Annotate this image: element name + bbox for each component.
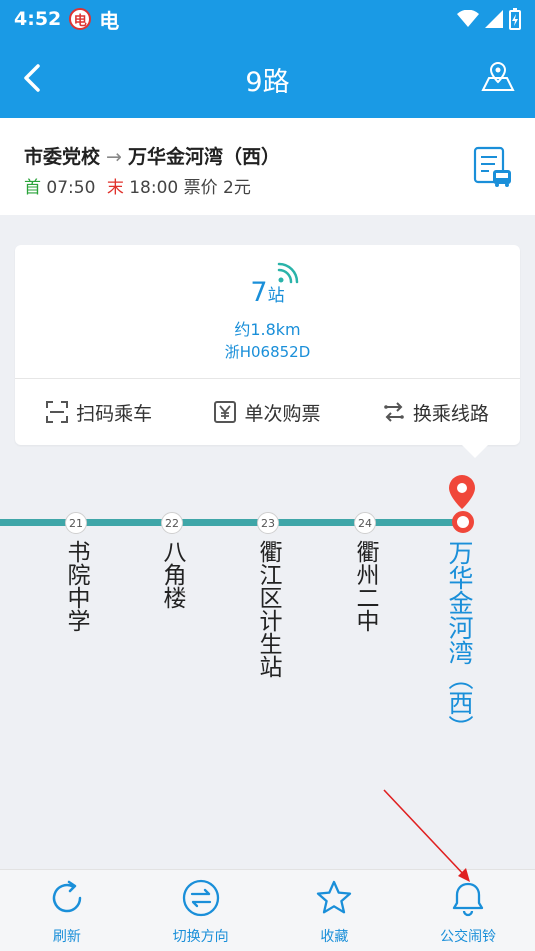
status-bar: 4:52 电 电: [0, 0, 535, 38]
station-name[interactable]: 衢州二中: [351, 540, 381, 632]
first-bus-label: 首: [24, 178, 41, 198]
title-bar: 9路: [0, 38, 535, 118]
route-to: 万华金河湾（西）: [127, 146, 280, 168]
star-icon: [317, 880, 352, 914]
app-notification-icon-2: 电: [99, 8, 120, 33]
location-pin-icon: [449, 475, 475, 509]
switch-direction-label: 切换方向: [172, 929, 229, 945]
station-name[interactable]: 衢江区计生站: [254, 540, 284, 678]
transfer-route-label: 换乘线路: [412, 402, 489, 425]
card-pointer: [461, 444, 489, 458]
page-title: 9路: [245, 67, 290, 98]
stops-away: 7站: [15, 277, 520, 308]
route-endpoints: 市委党校 → 万华金河湾（西）: [24, 142, 280, 169]
yen-ticket-icon: [214, 401, 237, 423]
station-name[interactable]: 书院中学: [62, 540, 92, 632]
favorite-button[interactable]: 收藏: [268, 870, 402, 951]
bus-plate: 浙H06852D: [224, 343, 311, 361]
battery-icon: [509, 8, 521, 30]
last-bus-label: 末: [106, 178, 124, 198]
single-ticket-label: 单次购票: [244, 402, 321, 425]
station-index-badge: 22: [161, 512, 183, 534]
card-actions: 扫码乘车 单次购票 换乘线路: [15, 379, 520, 445]
status-time: 4:52: [14, 8, 62, 30]
map-icon[interactable]: [481, 60, 515, 94]
refresh-icon: [52, 880, 82, 913]
stops-away-count: 7: [250, 277, 268, 308]
last-bus-time: 18:00: [129, 178, 179, 198]
refresh-button[interactable]: 刷新: [0, 870, 134, 951]
route-from: 市委党校: [24, 146, 101, 168]
station-index-badge: 21: [65, 512, 87, 534]
refresh-label: 刷新: [52, 929, 81, 945]
transfer-icon: [384, 402, 404, 422]
transfer-route-button[interactable]: 换乘线路: [352, 379, 520, 445]
incoming-bus-card: 7站 约1.8km 浙H06852D 扫码乘车 单次购票 换乘线路: [15, 245, 520, 458]
bus-alarm-button[interactable]: 公交闹铃: [401, 870, 535, 951]
scan-to-ride-button[interactable]: 扫码乘车: [15, 379, 183, 445]
single-ticket-button[interactable]: 单次购票: [183, 379, 351, 445]
swap-direction-icon: [182, 879, 219, 917]
app-notification-icon: 电: [69, 8, 92, 30]
station-index-badge: 23: [257, 512, 279, 534]
scan-to-ride-label: 扫码乘车: [76, 402, 153, 425]
route-schedule: 首 07:50 末 18:00 票价 2元: [24, 173, 251, 198]
current-station-name[interactable]: 万华金河湾（西）: [445, 540, 476, 740]
switch-direction-button[interactable]: 切换方向: [134, 870, 268, 951]
station-name[interactable]: 八角楼: [158, 540, 188, 609]
first-bus-time: 07:50: [46, 178, 96, 198]
signal-icon: [485, 10, 503, 28]
fare: 票价 2元: [183, 178, 251, 198]
favorite-label: 收藏: [320, 929, 349, 945]
current-station-dot: [452, 511, 474, 533]
route-arrow: →: [106, 146, 122, 168]
route-info: 市委党校 → 万华金河湾（西） 首 07:50 末 18:00 票价 2元: [0, 118, 535, 215]
stops-away-unit: 站: [267, 286, 285, 306]
scan-icon: [46, 401, 69, 423]
wifi-icon: [457, 10, 479, 27]
station-index-badge: 24: [354, 512, 376, 534]
bottom-toolbar: 刷新 切换方向 收藏 公交闹铃: [0, 869, 535, 951]
bus-alarm-label: 公交闹铃: [440, 929, 497, 945]
bell-icon: [452, 882, 484, 917]
bus-distance: 约1.8km: [234, 320, 301, 339]
bus-timetable-icon[interactable]: [473, 146, 513, 188]
